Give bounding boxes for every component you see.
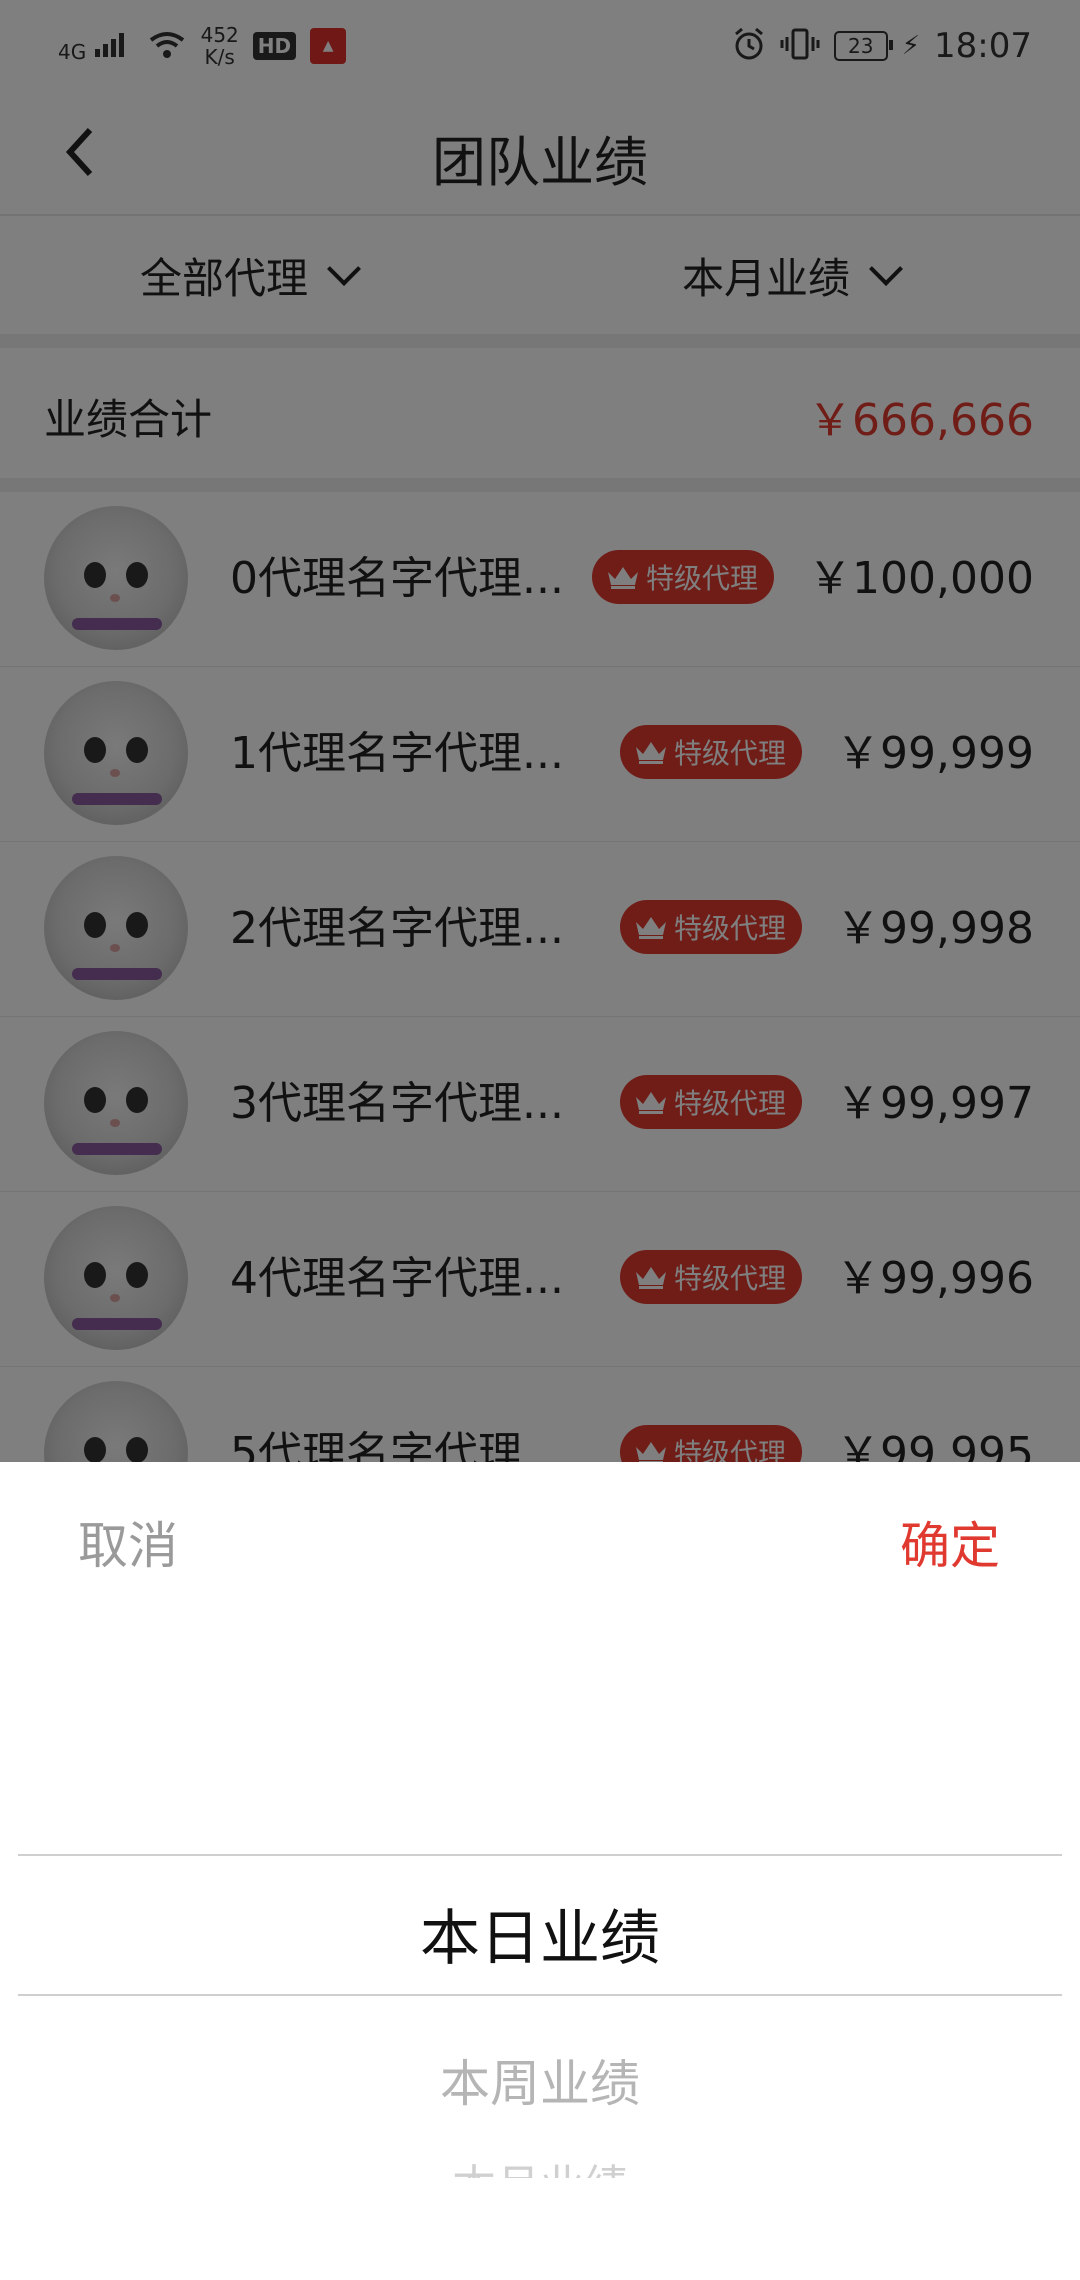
picker-option[interactable]: 本周业绩 [18, 2044, 1062, 2116]
modal-backdrop[interactable] [0, 0, 1080, 1462]
picker-option[interactable]: 本月业绩 [18, 2150, 1062, 2178]
picker-option-selected[interactable]: 本日业绩 [18, 1890, 1062, 1977]
picker-selection-line-bottom [18, 1994, 1062, 1996]
period-picker-wheel[interactable]: 本日业绩 本周业绩 本月业绩 [18, 1854, 1062, 2224]
picker-selection-line-top [18, 1854, 1062, 1856]
confirm-button[interactable]: 确定 [900, 1506, 1000, 1578]
period-picker-sheet: 取消 确定 本日业绩 本周业绩 本月业绩 [0, 1462, 1080, 2280]
cancel-button[interactable]: 取消 [78, 1506, 178, 1578]
team-performance-page: 4G 452K/s HD ▲ 23 ⚡ 18:07 [0, 0, 1080, 2280]
